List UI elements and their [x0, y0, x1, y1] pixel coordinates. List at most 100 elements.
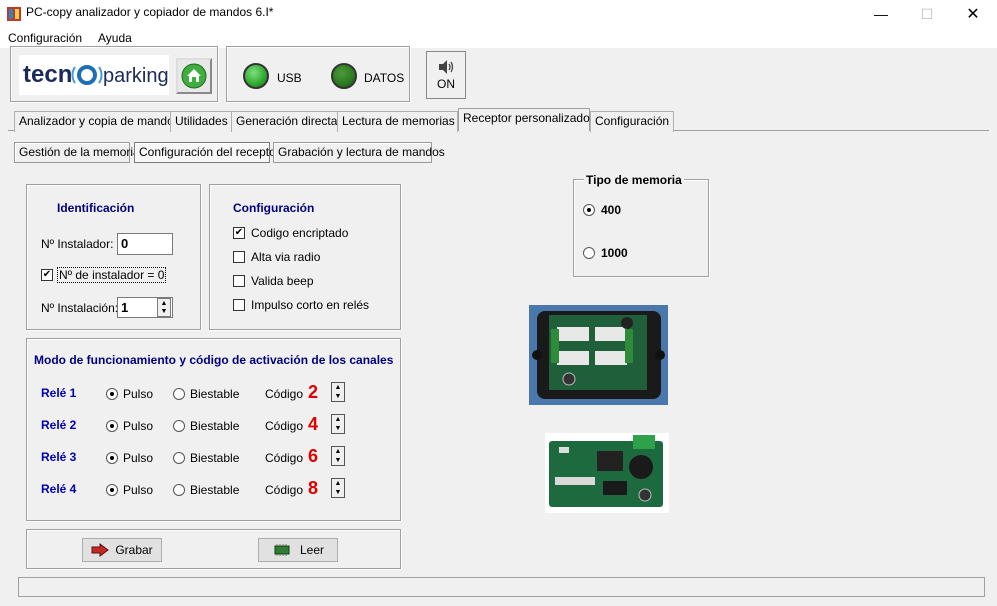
codigo-encriptado-label: Codigo encriptado	[251, 226, 349, 240]
grabar-button[interactable]: Grabar	[82, 538, 162, 562]
tecnoparking-logo: tecn parking	[19, 55, 169, 95]
minimize-button[interactable]: —	[858, 0, 904, 28]
rele-3-code-value: 6	[308, 446, 319, 466]
usb-led-indicator	[243, 63, 269, 89]
usb-label: USB	[277, 71, 302, 85]
rele-2-code-value: 4	[308, 414, 319, 434]
menu-configuracion-label: Configuración	[8, 31, 83, 45]
check-mark-icon: ✔	[42, 269, 52, 280]
modo-title: Modo de funcionamiento y código de activ…	[34, 353, 394, 367]
instalacion-spinner[interactable]: ▲ ▼	[157, 298, 171, 317]
tab-receptor-personalizado-label: Receptor personalizado	[463, 111, 590, 125]
sound-toggle-button[interactable]: ON	[426, 51, 466, 99]
rele-4-code-spinner[interactable]: ▲ ▼	[331, 478, 345, 498]
spin-up-icon[interactable]: ▲	[332, 383, 344, 392]
rele-2-code-spinner[interactable]: ▲ ▼	[331, 414, 345, 434]
logo-text-left: tecn	[23, 61, 73, 88]
tab-receptor-personalizado[interactable]: Receptor personalizado	[458, 108, 590, 131]
rele-1-codigo-label: Código	[265, 387, 304, 401]
spin-down-icon[interactable]: ▼	[332, 392, 344, 401]
tab-lectura-memorias-label: Lectura de memorias	[342, 114, 455, 128]
window-title: PC-copy analizador y copiador de mandos …	[26, 5, 274, 19]
home-button[interactable]	[176, 58, 212, 94]
rele-3-biestable-radio[interactable]	[173, 452, 185, 464]
subtab-grabacion-lectura-label: Grabación y lectura de mandos	[278, 145, 445, 159]
rele-3-pulso-radio[interactable]	[106, 452, 118, 464]
rele-2-biestable-label: Biestable	[190, 419, 240, 433]
identificacion-title: Identificación	[57, 201, 135, 215]
spin-down-icon[interactable]: ▼	[332, 456, 344, 465]
impulso-corto-checkbox[interactable]	[233, 299, 245, 311]
instalador-zero-checkbox[interactable]: ✔	[41, 269, 53, 281]
rele-3-codigo-label: Código	[265, 451, 304, 465]
datos-led-indicator	[331, 63, 357, 89]
receiver-board-image	[545, 433, 669, 513]
alta-via-radio-checkbox[interactable]	[233, 251, 245, 263]
speaker-icon	[439, 60, 454, 74]
status-bar	[18, 577, 985, 597]
memoria-400-label: 400	[601, 203, 622, 217]
rele-2-biestable-radio[interactable]	[173, 420, 185, 432]
subtab-grabacion-lectura[interactable]: Grabación y lectura de mandos	[273, 142, 445, 163]
rele-4-code-value: 8	[308, 478, 319, 498]
menu-configuracion[interactable]: Configuración	[8, 28, 82, 48]
rele-4-pulso-radio[interactable]	[106, 484, 118, 496]
codigo-encriptado-checkbox[interactable]: ✔	[233, 227, 245, 239]
close-button[interactable]: ✕	[950, 0, 996, 28]
tab-analizador[interactable]: Analizador y copia de mandos	[14, 111, 185, 132]
leer-button[interactable]: Leer	[258, 538, 338, 562]
spin-down-icon[interactable]: ▼	[158, 308, 170, 317]
tab-generacion-directa[interactable]: Generación directa	[231, 111, 343, 132]
rele-4-label: Relé 4	[41, 482, 77, 496]
app-icon	[6, 6, 22, 22]
memoria-1000-radio[interactable]	[583, 247, 595, 259]
datos-label: DATOS	[364, 71, 405, 85]
valida-beep-label: Valida beep	[251, 274, 314, 288]
check-mark-icon: ✔	[234, 227, 244, 238]
rele-3-biestable-label: Biestable	[190, 451, 240, 465]
tab-generacion-directa-label: Generación directa	[236, 114, 338, 128]
tab-lectura-memorias[interactable]: Lectura de memorias	[337, 111, 458, 132]
menu-ayuda-label: Ayuda	[98, 31, 132, 45]
spin-down-icon[interactable]: ▼	[332, 488, 344, 497]
rele-2-pulso-label: Pulso	[123, 419, 154, 433]
instalacion-label: Nº Instalación:	[41, 301, 119, 315]
rele-1-biestable-label: Biestable	[190, 387, 240, 401]
tab-utilidades[interactable]: Utilidades	[170, 111, 233, 132]
spin-up-icon[interactable]: ▲	[158, 299, 170, 308]
rele-1-pulso-radio[interactable]	[106, 388, 118, 400]
logo-wave-icon	[71, 65, 103, 85]
subtab-gestion-memoria-label: Gestión de la memoria	[19, 145, 140, 159]
memoria-400-radio[interactable]	[583, 204, 595, 216]
spin-down-icon[interactable]: ▼	[332, 424, 344, 433]
maximize-button[interactable]: ☐	[904, 0, 950, 28]
subtab-gestion-memoria[interactable]: Gestión de la memoria	[14, 142, 140, 163]
instalacion-value: 1	[121, 300, 129, 315]
menu-bar: Configuración Ayuda	[0, 28, 997, 48]
menu-ayuda[interactable]: Ayuda	[98, 28, 132, 48]
configuracion-title: Configuración	[233, 201, 315, 215]
spin-up-icon[interactable]: ▲	[332, 415, 344, 424]
rele-1-label: Relé 1	[41, 386, 77, 400]
rele-2-codigo-label: Código	[265, 419, 304, 433]
logo-text-right: parking	[103, 65, 169, 87]
configuracion-group: Configuración ✔ Codigo encriptado Alta v…	[209, 184, 401, 330]
rele-1-code-spinner[interactable]: ▲ ▼	[331, 382, 345, 402]
title-bar[interactable]: PC-copy analizador y copiador de mandos …	[0, 0, 997, 28]
subtab-configuracion-receptor[interactable]: Configuración del receptor	[134, 142, 280, 163]
rele-2-pulso-radio[interactable]	[106, 420, 118, 432]
instalador-input[interactable]: 0	[117, 233, 173, 255]
tab-configuracion-label: Configuración	[595, 114, 670, 128]
tab-configuracion[interactable]: Configuración	[590, 111, 675, 132]
rele-4-pulso-label: Pulso	[123, 483, 154, 497]
rele-3-code-spinner[interactable]: ▲ ▼	[331, 446, 345, 466]
rele-3-label: Relé 3	[41, 450, 77, 464]
identificacion-group: Identificación Nº Instalador: 0 ✔ Nº de …	[26, 184, 201, 330]
spin-up-icon[interactable]: ▲	[332, 479, 344, 488]
valida-beep-checkbox[interactable]	[233, 275, 245, 287]
rele-4-biestable-radio[interactable]	[173, 484, 185, 496]
rele-1-biestable-radio[interactable]	[173, 388, 185, 400]
modo-group: Modo de funcionamiento y código de activ…	[26, 338, 401, 521]
instalador-zero-label: Nº de instalador = 0	[56, 267, 167, 283]
spin-up-icon[interactable]: ▲	[332, 447, 344, 456]
